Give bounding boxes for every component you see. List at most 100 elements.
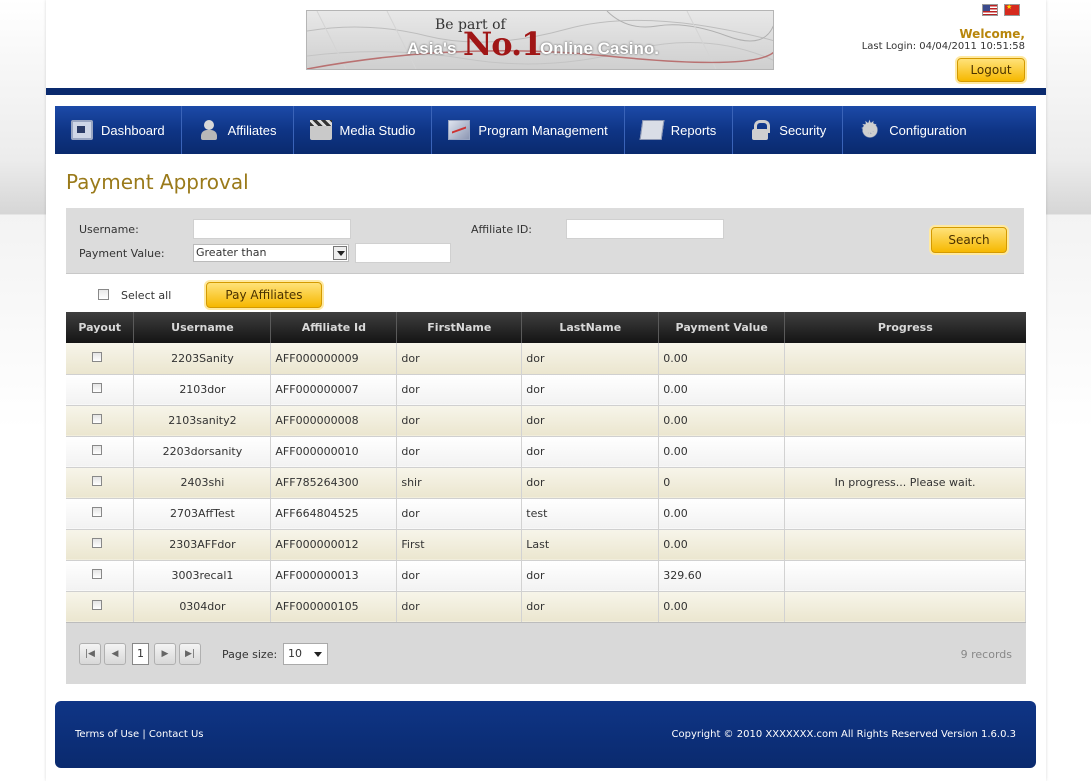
nav-item-affiliates[interactable]: Affiliates [182, 106, 294, 154]
progress-cell [784, 560, 1026, 592]
select-all-label: Select all [121, 289, 172, 302]
payment-value-cell: 0.00 [658, 591, 786, 623]
logout-button[interactable]: Logout [957, 58, 1025, 82]
affiliate-id-cell: AFF664804525 [270, 498, 398, 530]
prev-page-button[interactable]: ◀ [104, 643, 126, 665]
payment-value-label: Payment Value: [79, 247, 165, 260]
nav-item-media-studio[interactable]: Media Studio [294, 106, 433, 154]
nav-label: Program Management [478, 122, 608, 138]
last-name-cell: Last [521, 529, 660, 561]
chevron-down-icon[interactable] [333, 246, 347, 260]
last-page-icon: ▶| [185, 649, 195, 659]
first-name-cell: dor [396, 560, 523, 592]
first-page-button[interactable]: |◀ [79, 643, 101, 665]
prev-page-icon: ◀ [111, 649, 119, 659]
username-label: Username: [79, 223, 139, 236]
payout-checkbox[interactable] [91, 600, 102, 610]
payment-operator-select[interactable]: Greater than [193, 244, 349, 262]
payout-cell [66, 405, 135, 437]
payout-checkbox[interactable] [91, 414, 102, 424]
pay-affiliates-button[interactable]: Pay Affiliates [206, 282, 322, 308]
column-header[interactable]: LastName [521, 312, 660, 343]
payout-checkbox[interactable] [91, 445, 102, 455]
main-nav: Dashboard Affiliates Media Studio Progra… [55, 106, 1036, 154]
banner-online-casino: Online Casino. [540, 39, 660, 58]
nav-label: Security [779, 122, 827, 138]
terms-of-use-link[interactable]: Terms of Use [75, 729, 139, 740]
nav-item-program-management[interactable]: Program Management [432, 106, 625, 154]
username-cell: 2403shi [133, 467, 272, 499]
payment-value-input[interactable] [355, 243, 451, 263]
table-row[interactable]: 2203Sanity AFF000000009 dor dor 0.00 [66, 343, 1026, 375]
payout-checkbox[interactable] [91, 569, 102, 579]
column-header[interactable]: Payment Value [658, 312, 786, 343]
first-name-cell: First [396, 529, 523, 561]
affiliate-id-cell: AFF000000007 [270, 374, 398, 406]
progress-cell [784, 374, 1026, 406]
table-row[interactable]: 2303AFFdor AFF000000012 First Last 0.00 [66, 529, 1026, 561]
nav-item-configuration[interactable]: Configuration [843, 106, 982, 154]
table-row[interactable]: 3003recal1 AFF000000013 dor dor 329.60 [66, 560, 1026, 592]
column-header[interactable]: Affiliate Id [270, 312, 398, 343]
table-row[interactable]: 2203dorsanity AFF000000010 dor dor 0.00 [66, 436, 1026, 468]
language-selector [982, 3, 1020, 16]
payout-cell [66, 560, 135, 592]
affiliate-id-cell: AFF785264300 [270, 467, 398, 499]
first-name-cell: shir [396, 467, 523, 499]
username-input[interactable] [193, 219, 351, 239]
payout-checkbox[interactable] [91, 538, 102, 548]
username-cell: 2203dorsanity [133, 436, 272, 468]
column-header[interactable]: Progress [784, 312, 1026, 343]
search-button[interactable]: Search [931, 227, 1007, 253]
column-header[interactable]: Payout [66, 312, 135, 343]
last-name-cell: dor [521, 405, 660, 437]
next-page-button[interactable]: ▶ [154, 643, 176, 665]
payment-value-cell: 0.00 [658, 374, 786, 406]
affiliate-id-label: Affiliate ID: [471, 223, 533, 236]
table-row[interactable]: 2103sanity2 AFF000000008 dor dor 0.00 [66, 405, 1026, 437]
column-header[interactable]: FirstName [396, 312, 523, 343]
table-row[interactable]: 2703AffTest AFF664804525 dor test 0.00 [66, 498, 1026, 530]
payout-checkbox[interactable] [91, 383, 102, 393]
last-page-button[interactable]: ▶| [179, 643, 201, 665]
payment-value-cell: 0 [658, 467, 786, 499]
affiliate-id-input[interactable] [566, 219, 724, 239]
casino-banner[interactable]: Be part of Asia's No.1 Online Casino. [306, 10, 774, 70]
payout-cell [66, 374, 135, 406]
nav-item-reports[interactable]: Reports [625, 106, 734, 154]
payout-checkbox[interactable] [91, 351, 102, 362]
contact-us-link[interactable]: Contact Us [149, 729, 204, 740]
username-cell: 2103sanity2 [133, 405, 272, 437]
nav-item-dashboard[interactable]: Dashboard [55, 106, 182, 154]
payout-checkbox[interactable] [91, 476, 102, 486]
china-flag-icon[interactable] [1004, 3, 1020, 16]
current-page-number[interactable]: 1 [132, 643, 149, 665]
last-name-cell: dor [521, 436, 660, 468]
last-name-cell: test [521, 498, 660, 530]
nav-label: Media Studio [339, 122, 416, 138]
footer-links: Terms of Use | Contact Us [75, 729, 204, 740]
lock-icon [749, 120, 771, 140]
column-header[interactable]: Username [133, 312, 272, 343]
table-row[interactable]: 2403shi AFF785264300 shir dor 0 In progr… [66, 467, 1026, 499]
progress-cell [784, 529, 1026, 561]
footer-separator: | [142, 729, 146, 740]
nav-item-security[interactable]: Security [733, 106, 844, 154]
next-page-icon: ▶ [161, 649, 169, 659]
username-cell: 2203Sanity [133, 343, 272, 375]
payout-checkbox[interactable] [91, 507, 102, 517]
last-name-cell: dor [521, 591, 660, 623]
table-row[interactable]: 2103dor AFF000000007 dor dor 0.00 [66, 374, 1026, 406]
select-all-checkbox[interactable] [98, 289, 109, 300]
payout-cell [66, 436, 135, 468]
table-row[interactable]: 0304dor AFF000000105 dor dor 0.00 [66, 591, 1026, 623]
affiliate-id-cell: AFF000000012 [270, 529, 398, 561]
page-title: Payment Approval [66, 170, 249, 194]
last-name-cell: dor [521, 467, 660, 499]
first-name-cell: dor [396, 405, 523, 437]
us-flag-icon[interactable] [982, 4, 998, 16]
page-size-select[interactable]: 10 [283, 643, 328, 665]
payout-cell [66, 343, 135, 375]
payment-operator-value: Greater than [196, 246, 267, 259]
nav-label: Reports [670, 122, 717, 138]
